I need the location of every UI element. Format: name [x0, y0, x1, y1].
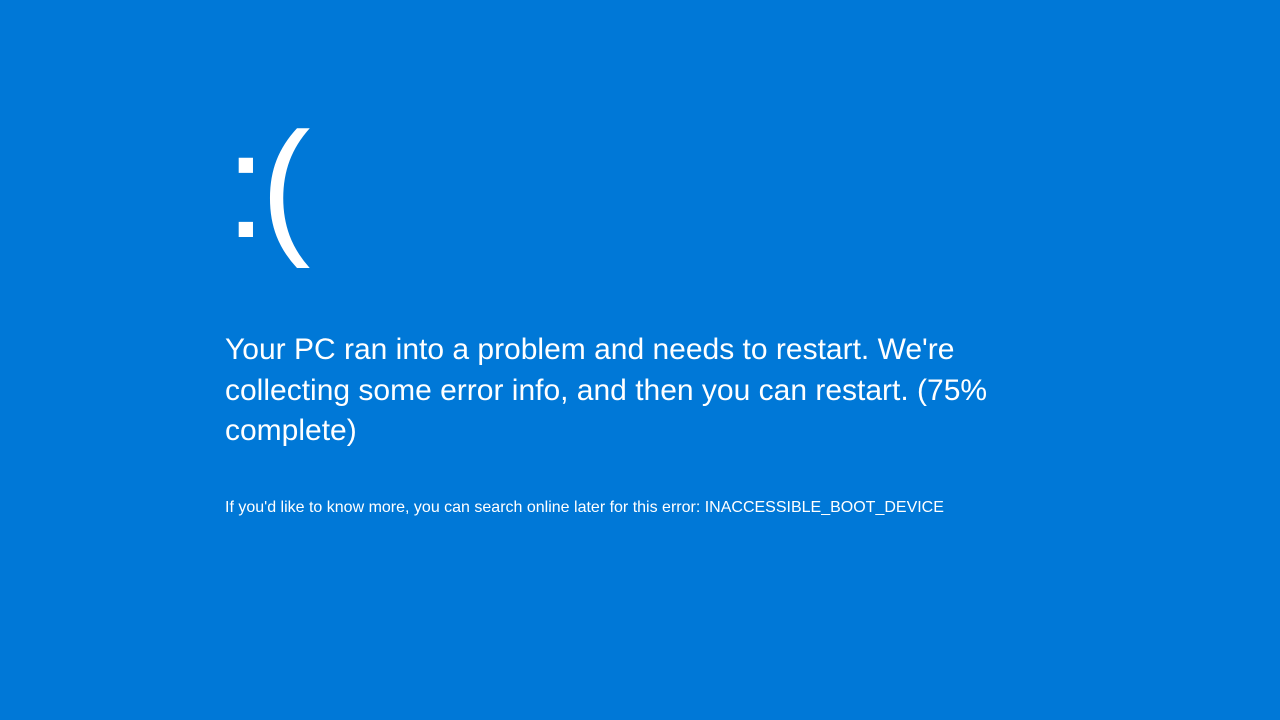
sad-face-icon: :(	[225, 110, 1075, 260]
error-message: Your PC ran into a problem and needs to …	[225, 330, 1075, 452]
bsod-screen: :( Your PC ran into a problem and needs …	[225, 110, 1075, 519]
error-code-detail: If you'd like to know more, you can sear…	[225, 497, 1075, 519]
